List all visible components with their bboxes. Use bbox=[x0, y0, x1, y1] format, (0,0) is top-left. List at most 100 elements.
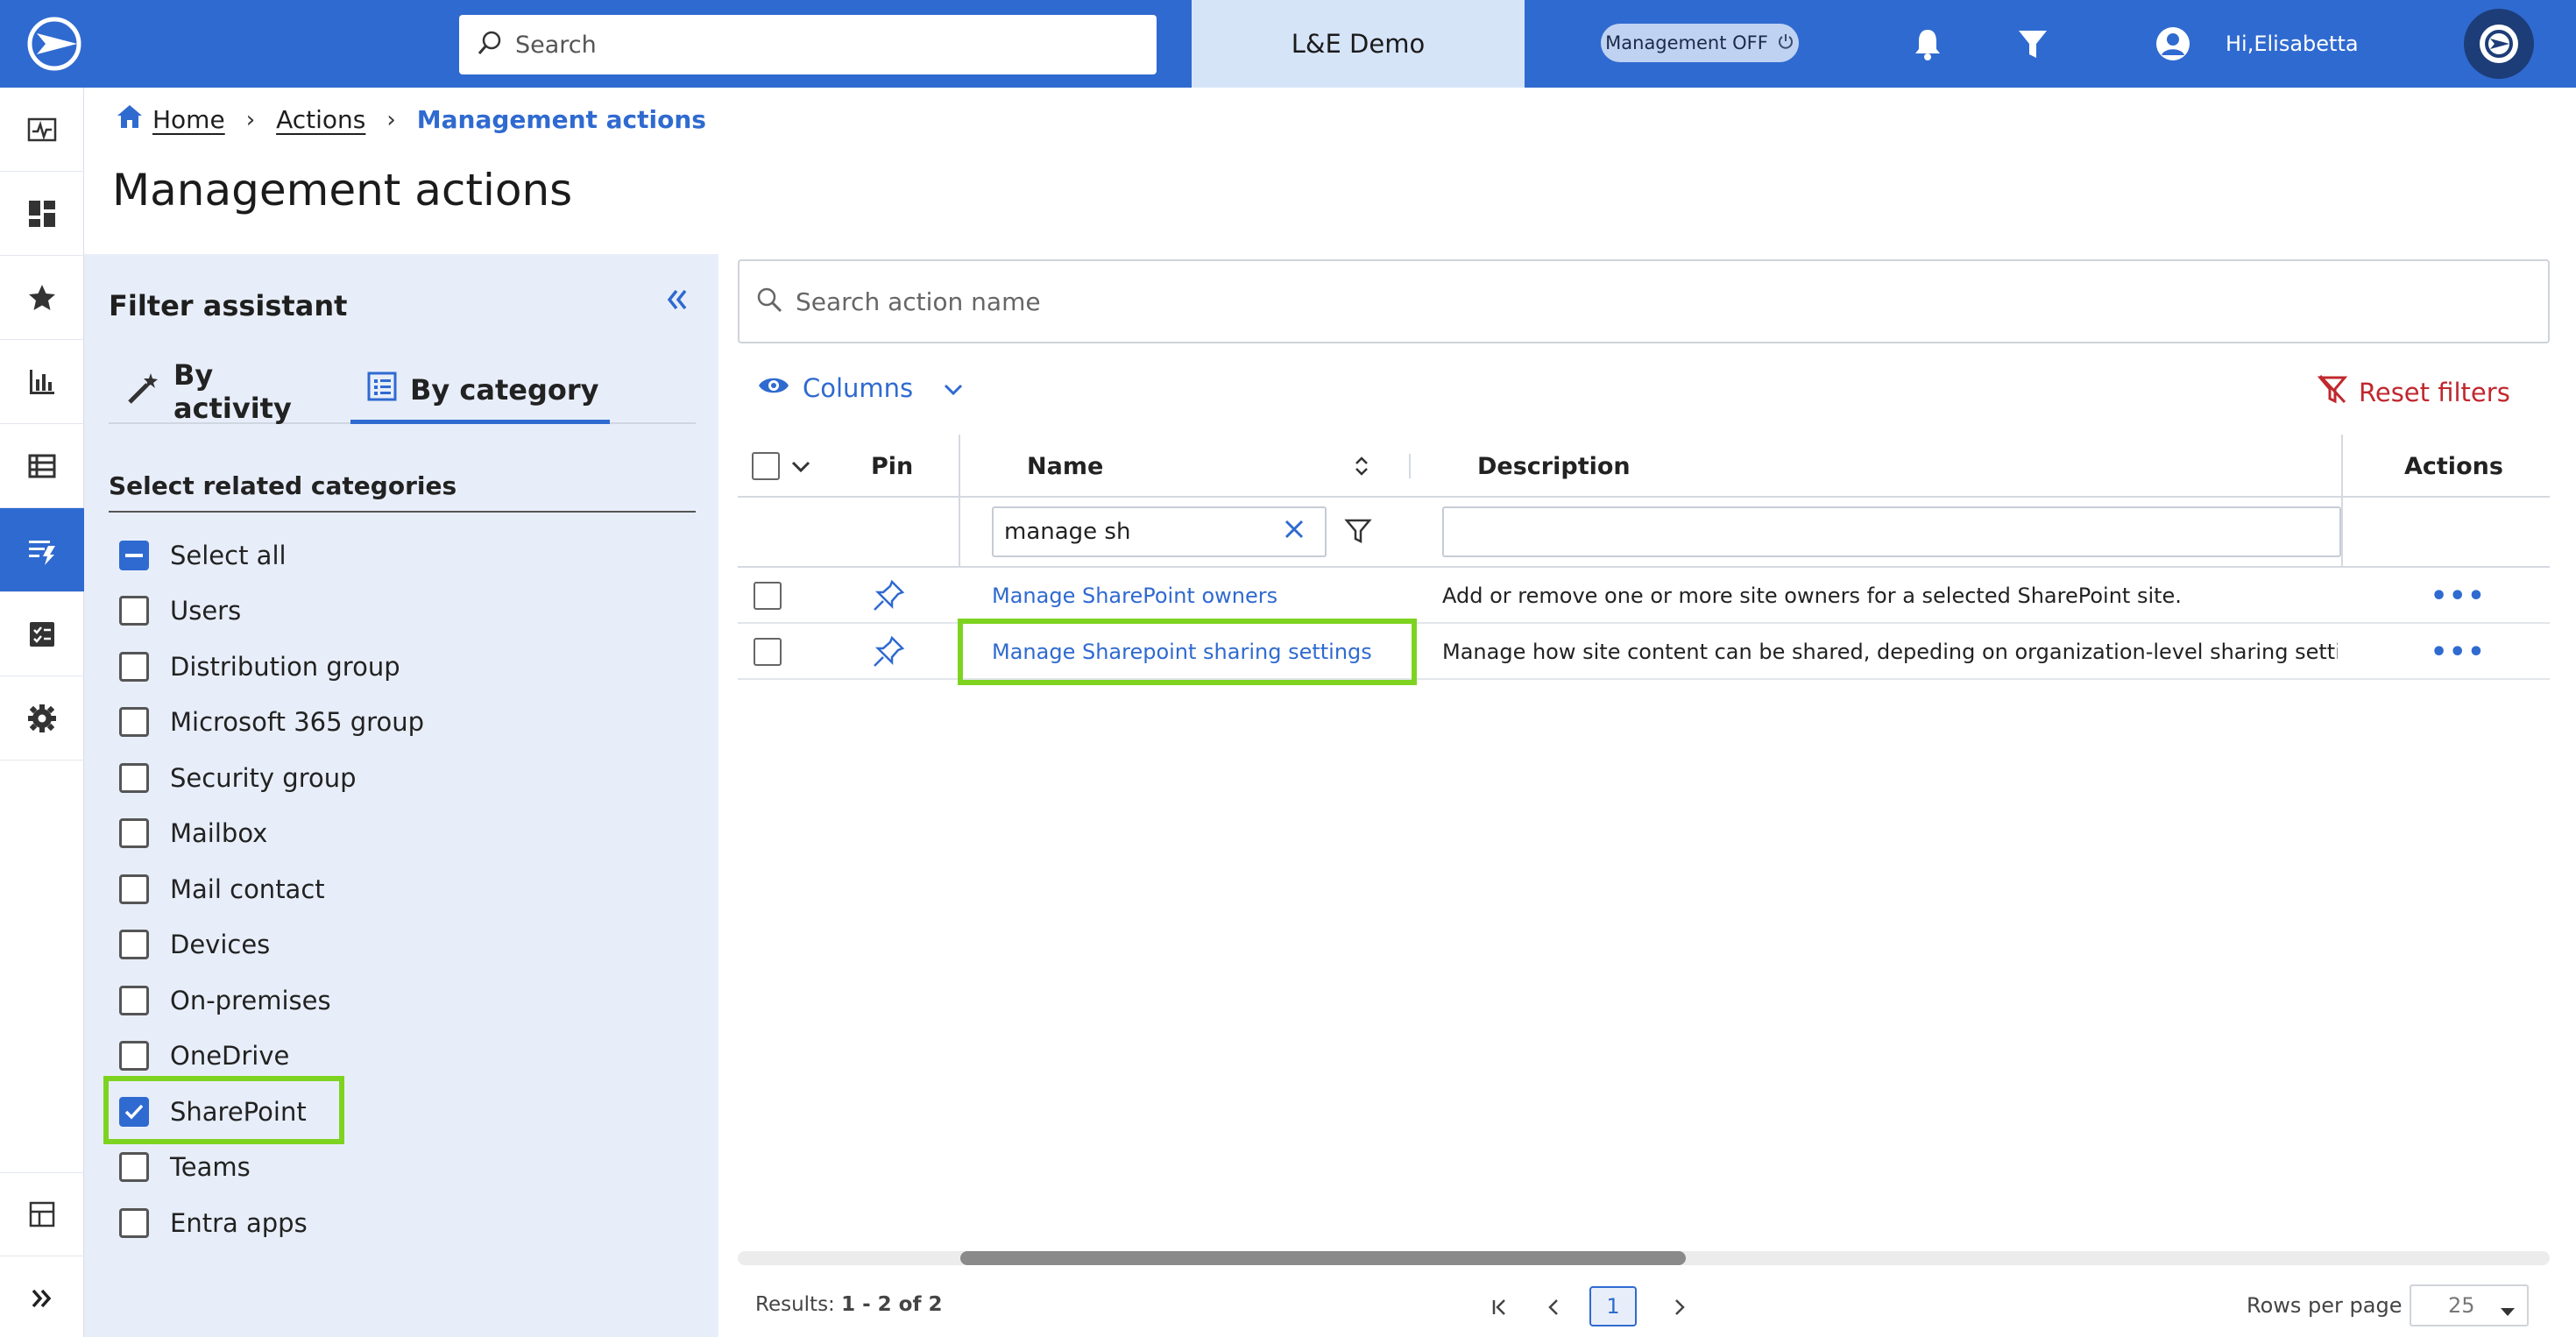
category-checkbox[interactable] bbox=[119, 596, 149, 626]
scrollbar-thumb[interactable] bbox=[960, 1251, 1686, 1265]
column-filter-icon[interactable] bbox=[1344, 517, 1372, 548]
power-icon bbox=[1777, 32, 1794, 54]
category-label: Mailbox bbox=[170, 818, 268, 848]
column-header-name[interactable]: Name bbox=[1027, 435, 1103, 498]
chevron-down-icon[interactable] bbox=[943, 373, 964, 403]
breadcrumb-separator-icon: › bbox=[386, 106, 396, 133]
reset-filters-button[interactable]: Reset filters bbox=[2317, 373, 2510, 411]
category-label: Security group bbox=[170, 763, 357, 793]
categories-subtitle: Select related categories bbox=[109, 471, 696, 513]
category-label: On-premises bbox=[170, 986, 331, 1015]
select-all-rows[interactable] bbox=[752, 435, 811, 498]
home-icon[interactable] bbox=[116, 103, 144, 136]
breadcrumb-home-link[interactable]: Home bbox=[152, 105, 225, 134]
pin-icon[interactable] bbox=[871, 624, 906, 680]
category-checkbox[interactable] bbox=[119, 818, 149, 848]
horizontal-scrollbar[interactable] bbox=[738, 1251, 2550, 1265]
filter-icon[interactable] bbox=[2015, 26, 2050, 61]
current-page-button[interactable]: 1 bbox=[1589, 1286, 1637, 1326]
nav-dashboard-icon[interactable] bbox=[0, 172, 84, 256]
category-mailbox[interactable]: Mailbox bbox=[119, 814, 267, 852]
category-checkbox[interactable] bbox=[119, 763, 149, 793]
category-checkbox[interactable] bbox=[119, 1208, 149, 1238]
column-header-pin[interactable]: Pin bbox=[871, 435, 913, 498]
pin-icon[interactable] bbox=[871, 568, 906, 624]
category-checkbox[interactable] bbox=[119, 1152, 149, 1182]
row-more-actions-icon[interactable]: ••• bbox=[2431, 624, 2487, 680]
category-checkbox[interactable] bbox=[119, 652, 149, 682]
sort-icon[interactable] bbox=[1353, 435, 1370, 498]
global-search[interactable] bbox=[459, 15, 1157, 74]
first-page-icon[interactable] bbox=[1483, 1290, 1518, 1325]
category-checkbox[interactable] bbox=[119, 1041, 149, 1071]
name-filter-input[interactable] bbox=[1004, 519, 1276, 545]
next-page-icon[interactable] bbox=[1661, 1290, 1696, 1325]
brand-logo-icon[interactable] bbox=[2464, 9, 2534, 79]
category-onedrive[interactable]: OneDrive bbox=[119, 1036, 289, 1075]
category-devices[interactable]: Devices bbox=[119, 925, 270, 964]
nav-favorites-star-icon[interactable] bbox=[0, 256, 84, 340]
table-footer: Results: 1 - 2 of 2 1 Rows per page 25 bbox=[738, 1281, 2550, 1333]
nav-reports-chart-icon[interactable] bbox=[0, 340, 84, 424]
category-teams[interactable]: Teams bbox=[119, 1148, 251, 1186]
category-entra-apps[interactable]: Entra apps bbox=[119, 1204, 308, 1242]
category-mail-contact[interactable]: Mail contact bbox=[119, 870, 325, 909]
category-checkbox[interactable] bbox=[119, 874, 149, 904]
tab-by-activity[interactable]: By activity bbox=[126, 358, 333, 425]
tenant-selector[interactable]: L&E Demo bbox=[1192, 0, 1525, 88]
action-search[interactable] bbox=[738, 259, 2550, 343]
user-avatar-icon[interactable] bbox=[2155, 26, 2190, 61]
category-label: Users bbox=[170, 596, 242, 626]
name-filter-field[interactable] bbox=[992, 506, 1327, 557]
description-filter-input[interactable] bbox=[1442, 506, 2341, 557]
header-checkbox[interactable] bbox=[752, 452, 780, 480]
nav-tasks-checklist-icon[interactable] bbox=[0, 592, 84, 676]
category-checkbox[interactable] bbox=[119, 986, 149, 1015]
previous-page-icon[interactable] bbox=[1537, 1290, 1572, 1325]
category-distribution-group[interactable]: Distribution group bbox=[119, 647, 400, 686]
search-icon bbox=[755, 286, 783, 317]
category-security-group[interactable]: Security group bbox=[119, 759, 357, 797]
nav-layout-icon[interactable] bbox=[0, 1172, 84, 1256]
clear-x-icon[interactable] bbox=[1283, 518, 1306, 547]
nav-list-icon[interactable] bbox=[0, 424, 84, 508]
action-search-input[interactable] bbox=[796, 286, 2460, 316]
action-name-link[interactable]: Manage SharePoint owners bbox=[992, 568, 1277, 624]
bell-icon[interactable] bbox=[1910, 26, 1945, 61]
category-checkbox[interactable] bbox=[119, 707, 149, 737]
magic-wand-icon bbox=[126, 371, 161, 413]
category-label: Devices bbox=[170, 930, 271, 959]
collapse-panel-chevrons-icon[interactable] bbox=[662, 286, 694, 317]
nav-settings-gear-icon[interactable] bbox=[0, 676, 84, 760]
top-bar: L&E Demo Management OFF Hi,Elisabetta bbox=[0, 0, 2576, 88]
tab-by-category[interactable]: By category bbox=[350, 359, 610, 424]
category-microsoft-365-group[interactable]: Microsoft 365 group bbox=[119, 703, 424, 741]
category-checkbox[interactable] bbox=[119, 930, 149, 959]
category-select-all[interactable]: Select all bbox=[119, 536, 287, 575]
row-more-actions-icon[interactable]: ••• bbox=[2431, 568, 2487, 624]
category-label: Distribution group bbox=[170, 652, 400, 682]
table-row[interactable]: Manage SharePoint owners Add or remove o… bbox=[738, 568, 2550, 624]
columns-button[interactable]: Columns bbox=[757, 373, 964, 403]
category-label: Microsoft 365 group bbox=[170, 707, 424, 737]
breadcrumb: Home › Actions › Management actions bbox=[116, 103, 706, 136]
row-checkbox[interactable] bbox=[754, 638, 782, 666]
tab-by-category-label: By category bbox=[410, 372, 599, 407]
category-list-icon bbox=[366, 371, 398, 409]
category-label: Teams bbox=[170, 1152, 251, 1182]
nav-expand-chevrons-icon[interactable] bbox=[0, 1256, 84, 1337]
management-toggle[interactable]: Management OFF bbox=[1601, 24, 1799, 62]
column-header-description[interactable]: Description bbox=[1477, 435, 1631, 498]
nav-activity-icon[interactable] bbox=[0, 88, 84, 172]
category-on-premises[interactable]: On-premises bbox=[119, 981, 331, 1020]
app-logo-icon[interactable] bbox=[25, 16, 86, 72]
row-checkbox[interactable] bbox=[754, 582, 782, 610]
chevron-down-icon[interactable] bbox=[790, 453, 811, 480]
user-greeting[interactable]: Hi,Elisabetta bbox=[2226, 32, 2359, 56]
nav-management-actions-icon[interactable] bbox=[0, 508, 84, 592]
global-search-input[interactable] bbox=[515, 31, 1146, 59]
breadcrumb-actions-link[interactable]: Actions bbox=[276, 105, 365, 134]
category-users[interactable]: Users bbox=[119, 591, 241, 630]
rows-per-page-select[interactable]: 25 bbox=[2410, 1284, 2529, 1326]
select-all-checkbox[interactable] bbox=[119, 541, 149, 570]
